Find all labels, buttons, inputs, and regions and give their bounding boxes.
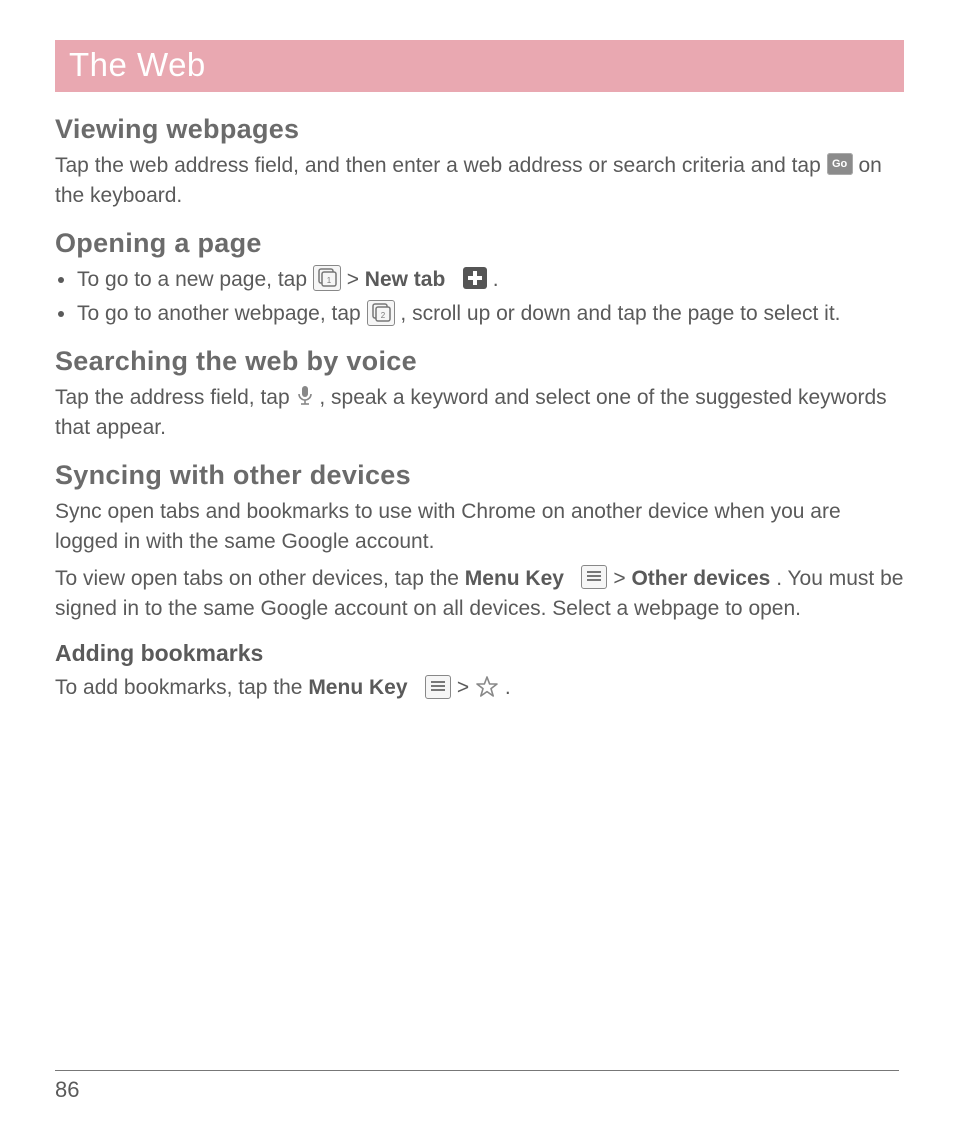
plus-icon [463,267,487,289]
section-syncing: Syncing with other devices Sync open tab… [55,460,904,625]
bold-text: Menu Key [465,567,564,590]
star-outline-icon [475,676,499,698]
section-voice-search: Searching the web by voice Tap the addre… [55,346,904,444]
list-item: To go to another webpage, tap 2 , scroll… [77,299,904,329]
paragraph: Tap the address field, tap , speak a key… [55,383,904,444]
bold-text: Menu Key [308,676,407,699]
text: > [347,268,365,291]
text: > [613,567,631,590]
microphone-icon [296,385,314,407]
section-opening-page: Opening a page To go to a new page, tap … [55,228,904,330]
text [570,567,576,590]
section-banner: The Web [55,40,904,92]
page-number: 86 [55,1077,899,1103]
heading-opening: Opening a page [55,228,904,259]
document-page: The Web Viewing webpages Tap the web add… [0,0,954,704]
heading-bookmarks: Adding bookmarks [55,640,904,667]
section-bookmarks: Adding bookmarks To add bookmarks, tap t… [55,640,904,703]
text: Tap the address field, tap [55,386,296,409]
tabs-2-icon: 2 [367,300,395,326]
bullet-list: To go to a new page, tap 1 > New tab . T… [55,265,904,330]
footer-rule [55,1070,899,1071]
heading-viewing: Viewing webpages [55,114,904,145]
paragraph: Sync open tabs and bookmarks to use with… [55,497,904,558]
svg-text:2: 2 [380,311,385,320]
text: To go to a new page, tap [77,268,313,291]
text: To go to another webpage, tap [77,302,367,325]
paragraph: Tap the web address field, and then ente… [55,151,904,212]
text: > [457,676,475,699]
text: To add bookmarks, tap the [55,676,308,699]
page-footer: 86 [55,1070,899,1103]
text: , scroll up or down and tap the page to … [400,302,840,325]
text [451,268,457,291]
list-item: To go to a new page, tap 1 > New tab . [77,265,904,295]
heading-voice: Searching the web by voice [55,346,904,377]
text: . [493,268,499,291]
paragraph: To add bookmarks, tap the Menu Key > . [55,673,904,703]
heading-sync: Syncing with other devices [55,460,904,491]
section-viewing-webpages: Viewing webpages Tap the web address fie… [55,114,904,212]
text: Tap the web address field, and then ente… [55,154,827,177]
go-key-icon: Go [827,153,853,175]
text [413,676,419,699]
svg-text:1: 1 [327,276,332,285]
text: . [505,676,511,699]
paragraph: To view open tabs on other devices, tap … [55,564,904,625]
menu-key-icon [581,565,607,589]
bold-text: Other devices [631,567,770,590]
bold-text: New tab [365,268,446,291]
menu-key-icon [425,675,451,699]
text: To view open tabs on other devices, tap … [55,567,465,590]
tabs-1-icon: 1 [313,265,341,291]
